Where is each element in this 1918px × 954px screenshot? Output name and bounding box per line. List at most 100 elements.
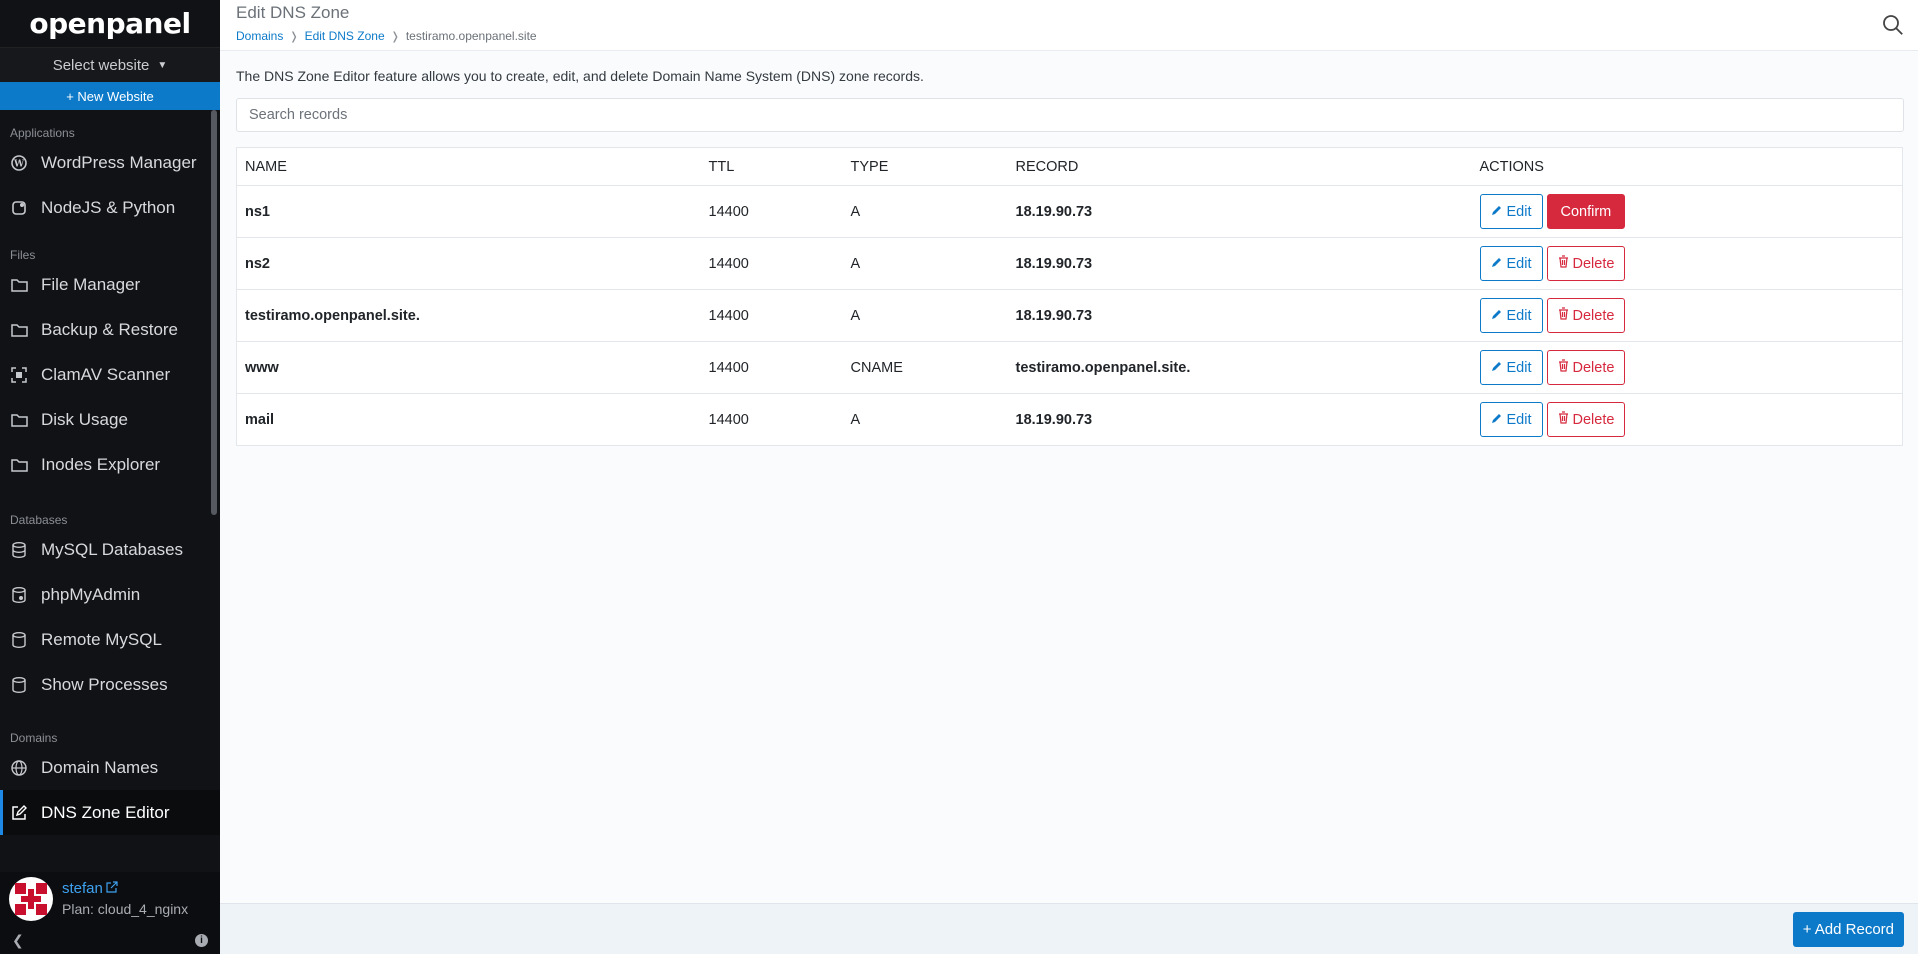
user-name-link[interactable]: stefan xyxy=(62,879,188,899)
sidebar-item-remote-mysql[interactable]: Remote MySQL xyxy=(0,617,220,662)
delete-label: Delete xyxy=(1572,411,1615,428)
record-value: 18.19.90.73 xyxy=(1007,185,1472,238)
section-files: Files xyxy=(10,248,36,262)
table-row: ns1 14400 A 18.19.90.73 Edit Confirm xyxy=(236,185,1903,238)
sidebar-footer: ❮ i xyxy=(0,926,220,954)
delete-button[interactable]: Delete xyxy=(1546,298,1626,333)
delete-label: Delete xyxy=(1572,255,1615,272)
pencil-icon xyxy=(1491,308,1503,324)
sidebar-item-backup[interactable]: Backup & Restore xyxy=(0,307,220,352)
confirm-delete-button[interactable]: Confirm xyxy=(1546,194,1626,229)
new-website-button[interactable]: + New Website xyxy=(0,82,220,110)
add-record-button[interactable]: + Add Record xyxy=(1792,912,1904,947)
scanner-icon xyxy=(10,366,28,384)
breadcrumb-separator-icon: ❭ xyxy=(289,30,299,43)
record-ttl: 14400 xyxy=(700,393,843,446)
breadcrumb-current: testiramo.openpanel.site xyxy=(405,29,537,43)
database-gear-icon xyxy=(10,586,28,604)
user-name: stefan xyxy=(62,880,103,897)
pencil-icon xyxy=(1491,360,1503,376)
sidebar-item-mysql[interactable]: MySQL Databases xyxy=(0,527,220,572)
column-record[interactable]: RECORD xyxy=(1007,147,1472,186)
record-ttl: 14400 xyxy=(700,289,843,342)
pencil-icon xyxy=(1491,204,1503,220)
breadcrumb-edit-dns-zone[interactable]: Edit DNS Zone xyxy=(305,29,385,43)
section-applications: Applications xyxy=(10,126,75,140)
sidebar-item-inodes[interactable]: Inodes Explorer xyxy=(0,442,220,487)
search-icon[interactable] xyxy=(1882,14,1904,36)
sidebar-item-label: File Manager xyxy=(41,274,141,294)
edit-button[interactable]: Edit xyxy=(1479,298,1543,333)
breadcrumb-domains[interactable]: Domains xyxy=(236,29,283,43)
globe-icon xyxy=(10,759,28,777)
avatar[interactable] xyxy=(9,877,53,921)
external-link-icon xyxy=(106,879,118,899)
column-name[interactable]: NAME xyxy=(236,147,701,186)
sidebar-item-label: WordPress Manager xyxy=(41,152,197,172)
column-actions: ACTIONS xyxy=(1471,147,1903,186)
edit-button[interactable]: Edit xyxy=(1479,402,1543,437)
search-records-input[interactable] xyxy=(249,107,1903,123)
sidebar-item-label: Show Processes xyxy=(41,674,168,694)
column-type[interactable]: TYPE xyxy=(842,147,1008,186)
record-type: A xyxy=(842,237,1008,290)
record-name: ns1 xyxy=(236,185,701,238)
trash-icon xyxy=(1558,307,1569,324)
nodejs-icon xyxy=(10,199,28,217)
edit-label: Edit xyxy=(1506,411,1532,428)
record-value: 18.19.90.73 xyxy=(1007,237,1472,290)
website-select[interactable]: Select website ▼ xyxy=(0,48,220,82)
edit-button[interactable]: Edit xyxy=(1479,350,1543,385)
record-type: A xyxy=(842,393,1008,446)
section-domains: Domains xyxy=(10,731,58,745)
info-icon[interactable]: i xyxy=(195,933,208,947)
delete-label: Delete xyxy=(1572,307,1615,324)
sidebar-item-label: ClamAV Scanner xyxy=(41,364,171,384)
delete-button[interactable]: Delete xyxy=(1546,350,1626,385)
search-records-box xyxy=(236,98,1904,132)
pencil-icon xyxy=(1491,256,1503,272)
trash-icon xyxy=(1558,255,1569,272)
database-remote-icon xyxy=(10,631,28,649)
sidebar-item-processes[interactable]: Show Processes xyxy=(0,662,220,707)
column-ttl[interactable]: TTL xyxy=(700,147,843,186)
sidebar-item-domain-names[interactable]: Domain Names xyxy=(0,745,220,790)
sidebar-item-label: phpMyAdmin xyxy=(41,584,141,604)
brand-logo[interactable]: openpanel xyxy=(0,0,220,48)
sidebar-item-nodejs[interactable]: NodeJS & Python xyxy=(0,185,220,230)
collapse-sidebar-icon[interactable]: ❮ xyxy=(12,932,24,949)
edit-label: Edit xyxy=(1506,203,1532,220)
sidebar-item-disk-usage[interactable]: Disk Usage xyxy=(0,397,220,442)
edit-label: Edit xyxy=(1506,359,1532,376)
record-name: mail xyxy=(236,393,701,446)
record-type: A xyxy=(842,289,1008,342)
chevron-down-icon: ▼ xyxy=(157,59,168,71)
sidebar-item-clamav[interactable]: ClamAV Scanner xyxy=(0,352,220,397)
sidebar-item-wordpress[interactable]: W WordPress Manager xyxy=(0,140,220,185)
sidebar-item-phpmyadmin[interactable]: phpMyAdmin xyxy=(0,572,220,617)
folder-disk-icon xyxy=(10,411,28,429)
record-type: CNAME xyxy=(842,341,1008,394)
table-row: mail 14400 A 18.19.90.73 Edit Delete xyxy=(236,393,1903,446)
delete-button[interactable]: Delete xyxy=(1546,246,1626,281)
record-name: www xyxy=(236,341,701,394)
edit-button[interactable]: Edit xyxy=(1479,246,1543,281)
trash-icon xyxy=(1558,359,1569,376)
record-value: 18.19.90.73 xyxy=(1007,289,1472,342)
record-type: A xyxy=(842,185,1008,238)
delete-button[interactable]: Delete xyxy=(1546,402,1626,437)
table-row: www 14400 CNAME testiramo.openpanel.site… xyxy=(236,341,1903,394)
sidebar-item-label: MySQL Databases xyxy=(41,539,184,559)
wordpress-icon: W xyxy=(10,154,28,172)
section-databases: Databases xyxy=(10,513,68,527)
pencil-icon xyxy=(1491,412,1503,428)
main-content: Edit DNS Zone Domains ❭ Edit DNS Zone ❭ … xyxy=(220,0,1918,954)
sidebar-item-dns-zone-editor[interactable]: DNS Zone Editor xyxy=(0,790,220,835)
sidebar-item-label: NodeJS & Python xyxy=(41,197,176,217)
sidebar-item-file-manager[interactable]: File Manager xyxy=(0,262,220,307)
record-name: ns2 xyxy=(236,237,701,290)
edit-label: Edit xyxy=(1506,255,1532,272)
page-title: Edit DNS Zone xyxy=(236,3,350,22)
folder-icon xyxy=(10,276,28,294)
edit-button[interactable]: Edit xyxy=(1479,194,1543,229)
